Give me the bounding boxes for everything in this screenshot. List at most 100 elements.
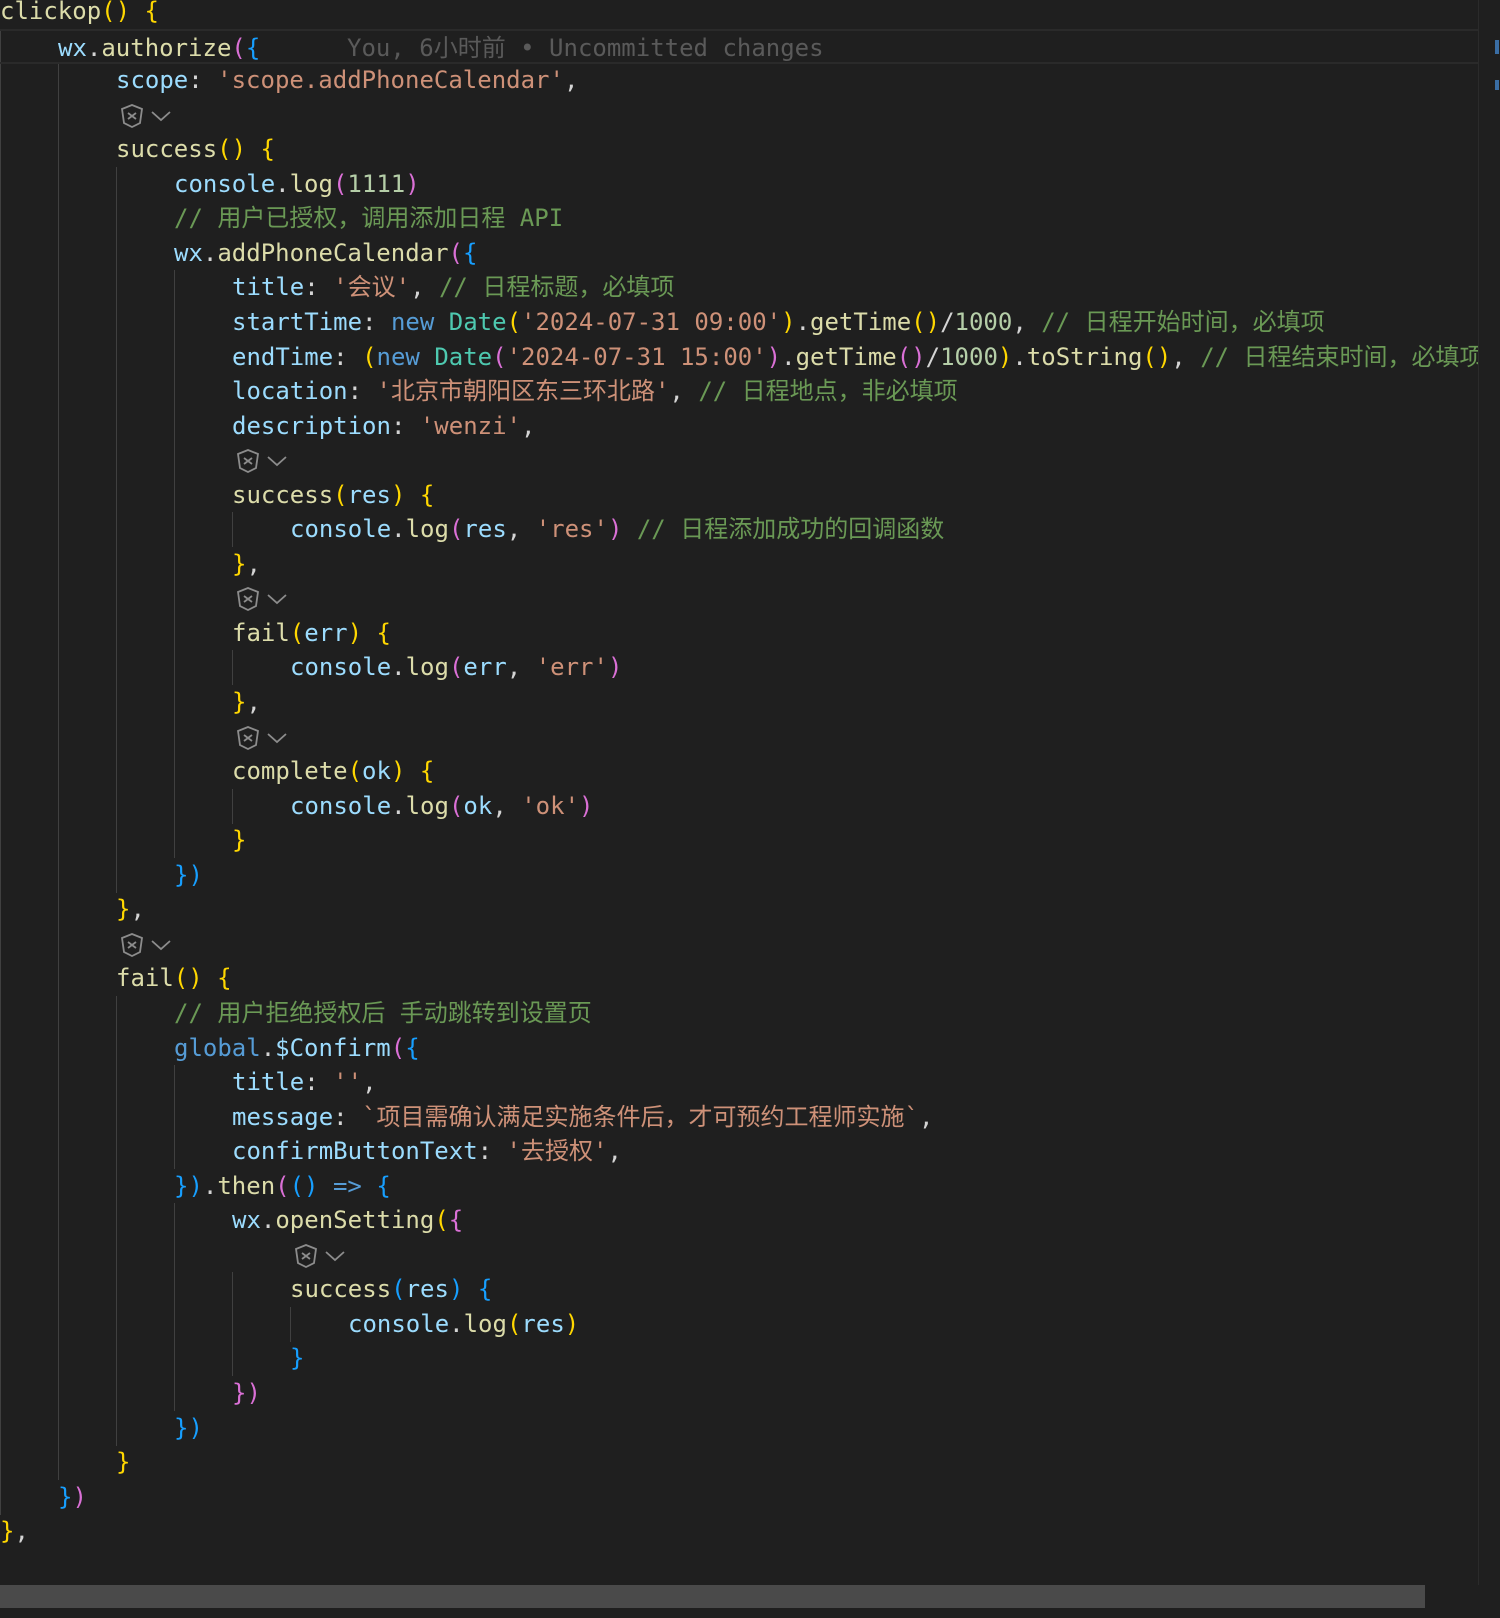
code-token: . xyxy=(260,1206,276,1235)
indent-guide xyxy=(174,1237,175,1273)
code-line: confirmButtonText: '去授权', xyxy=(0,1134,1478,1169)
code-token: { xyxy=(245,33,261,62)
code-token: ( xyxy=(506,1309,522,1338)
vertical-scrollbar[interactable] xyxy=(1478,0,1500,1585)
code-line: description: 'wenzi', xyxy=(0,409,1478,444)
codelens-actions[interactable] xyxy=(118,101,172,131)
code-line: }).then(() => { xyxy=(0,1169,1478,1204)
horizontal-scrollbar-thumb[interactable] xyxy=(0,1585,1425,1608)
code-line: complete(ok) { xyxy=(0,754,1478,789)
code-token: / xyxy=(925,342,941,371)
code-token: res xyxy=(405,1275,449,1304)
code-token: ( xyxy=(448,653,464,682)
indent-guide xyxy=(174,443,175,479)
indent-guide xyxy=(0,443,1,479)
code-line: wx.addPhoneCalendar({ xyxy=(0,236,1478,271)
code-line: console.log(1111) xyxy=(0,167,1478,202)
code-token: log xyxy=(405,653,449,682)
code-token: log xyxy=(289,169,333,198)
codelens-actions[interactable] xyxy=(234,584,288,614)
code-token: scope xyxy=(116,66,189,95)
code-token: , xyxy=(246,549,261,578)
code-token: () xyxy=(101,0,131,25)
code-token: . xyxy=(781,342,796,371)
code-token: } xyxy=(290,1344,305,1373)
code-token: ( xyxy=(332,169,348,198)
code-token: ) xyxy=(390,757,406,786)
code-token: { xyxy=(419,480,435,509)
code-token: () xyxy=(1142,342,1172,371)
code-token: ( xyxy=(391,1275,406,1304)
codelens-actions[interactable] xyxy=(292,1241,346,1271)
scrollbar-change-marker xyxy=(1495,80,1499,90)
code-token: new xyxy=(390,307,435,336)
code-token: : xyxy=(477,1137,507,1166)
code-token: . xyxy=(449,1309,464,1338)
code-token: { xyxy=(376,1171,391,1200)
code-token: : xyxy=(304,1068,334,1097)
codelens-actions[interactable] xyxy=(234,723,288,753)
indent-guide xyxy=(174,581,175,617)
code-token: getTime xyxy=(810,307,912,336)
code-token: : xyxy=(333,342,363,371)
code-token: ( xyxy=(448,515,464,544)
code-token: } xyxy=(232,688,247,716)
code-token: Date xyxy=(434,342,493,371)
code-line: endTime: (new Date('2024-07-31 15:00').g… xyxy=(0,340,1478,375)
code-token: confirmButtonText xyxy=(232,1137,478,1166)
code-token: 'scope.addPhoneCalendar' xyxy=(217,66,564,95)
code-token: title xyxy=(232,1068,305,1097)
code-line: console.log(res, 'res') // 日程添加成功的回调函数 xyxy=(0,512,1478,547)
code-token: location xyxy=(232,377,348,406)
code-token: console xyxy=(290,653,392,682)
code-token: : xyxy=(362,307,391,336)
code-line: }, xyxy=(0,1514,1478,1549)
indent-guide xyxy=(0,581,1,617)
code-line: startTime: new Date('2024-07-31 09:00').… xyxy=(0,305,1478,340)
code-token: ( xyxy=(448,238,463,267)
indent-guide xyxy=(0,97,1,133)
codelens-actions[interactable] xyxy=(118,930,172,960)
code-token: , xyxy=(1012,307,1042,336)
code-token: // 日程开始时间，必填项 xyxy=(1041,307,1325,336)
indent-guide xyxy=(0,926,1,962)
code-token: { xyxy=(405,1033,420,1062)
code-line: console.log(ok, 'ok') xyxy=(0,789,1478,824)
code-token: console xyxy=(174,169,276,198)
code-token: } xyxy=(58,1482,73,1511)
code-token: wx xyxy=(174,238,203,267)
code-token: '去授权' xyxy=(506,1137,608,1166)
code-editor[interactable]: clickop() {wx.authorize({ You, 6小时前 • Un… xyxy=(0,0,1478,1585)
code-token: } xyxy=(0,1517,15,1546)
code-token: ok xyxy=(362,757,391,786)
codelens-actions[interactable] xyxy=(234,446,288,476)
code-token: ( xyxy=(275,1171,290,1200)
code-line: fail() { xyxy=(0,961,1478,996)
code-token: // 用户拒绝授权后 手动跳转到设置页 xyxy=(174,998,592,1027)
code-token: => xyxy=(332,1171,362,1200)
code-token: global xyxy=(174,1033,261,1062)
code-token: . xyxy=(202,238,218,267)
code-line: } xyxy=(0,823,1478,858)
code-line: }) xyxy=(0,1411,1478,1446)
code-token: 'ok' xyxy=(521,791,580,820)
code-token: : xyxy=(390,411,420,440)
code-token: , xyxy=(410,273,439,302)
code-token: . xyxy=(391,791,406,820)
code-line: global.$Confirm({ xyxy=(0,1031,1478,1066)
code-token: ) xyxy=(997,342,1013,371)
indent-guide xyxy=(116,719,117,755)
code-line: } xyxy=(0,1341,1478,1376)
code-token: ( xyxy=(333,480,348,509)
code-line: }, xyxy=(0,685,1478,720)
code-token: ) xyxy=(579,791,594,820)
code-token: // 用户已授权，调用添加日程 API xyxy=(174,204,564,233)
code-token: , xyxy=(362,1068,377,1097)
code-line: clickop() { xyxy=(0,0,1478,29)
code-line: title: '', xyxy=(0,1065,1478,1100)
code-line: }) xyxy=(0,1480,1478,1515)
